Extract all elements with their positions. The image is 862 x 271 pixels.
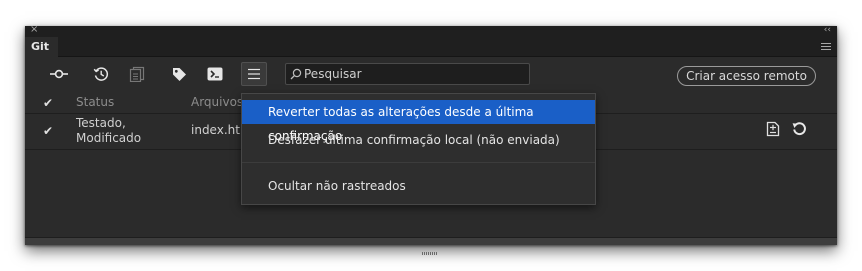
panel-bottom-bar xyxy=(25,237,837,255)
actions-dropdown-menu: Reverter todas as alterações desde a últ… xyxy=(241,93,596,205)
tab-git[interactable]: Git xyxy=(25,37,58,57)
status-column-header[interactable]: Status xyxy=(76,95,114,109)
history-icon[interactable] xyxy=(88,62,114,86)
stash-icon[interactable] xyxy=(124,62,150,86)
menu-item-hide-untracked[interactable]: Ocultar não rastreados xyxy=(242,174,595,198)
resize-grip-icon[interactable] xyxy=(422,240,438,255)
files-column-header[interactable]: Arquivos xyxy=(191,95,243,109)
terminal-icon[interactable] xyxy=(202,62,228,86)
collapse-icon[interactable]: ‹‹ xyxy=(824,24,831,36)
menu-separator xyxy=(242,162,595,163)
menu-icon xyxy=(248,68,260,80)
menu-item-undo-last-commit[interactable]: Desfazer última confirmação local (não e… xyxy=(242,128,595,152)
revert-icon[interactable] xyxy=(792,121,807,136)
row-status: Testado, Modificado xyxy=(76,116,142,145)
tag-icon[interactable] xyxy=(166,62,192,86)
toolbar: Criar acesso remoto xyxy=(25,59,837,91)
menu-item-revert-all[interactable]: Reverter todas as alterações desde a últ… xyxy=(242,100,595,143)
panel-tabbar: Git xyxy=(25,37,837,57)
close-icon[interactable]: × xyxy=(30,24,38,36)
diff-icon[interactable] xyxy=(766,121,780,137)
panel-menu-icon[interactable] xyxy=(821,43,831,51)
search-input[interactable] xyxy=(304,66,524,82)
menu-button[interactable] xyxy=(241,62,267,86)
row-checkbox[interactable]: ✔ xyxy=(42,125,54,137)
select-all-checkbox[interactable]: ✔ xyxy=(42,97,54,109)
search-icon xyxy=(290,68,302,80)
search-box[interactable] xyxy=(285,63,530,85)
create-remote-button[interactable]: Criar acesso remoto xyxy=(677,66,816,86)
row-filename: index.htm xyxy=(191,123,243,137)
panel-titlebar: × ‹‹ xyxy=(25,24,837,37)
commit-icon[interactable] xyxy=(46,62,72,86)
